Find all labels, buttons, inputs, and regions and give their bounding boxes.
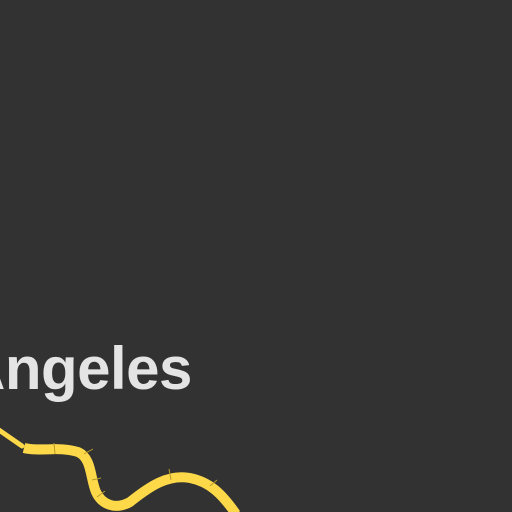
highway-main bbox=[22, 443, 241, 512]
highway-ramp bbox=[0, 427, 25, 449]
road-layer bbox=[0, 427, 241, 512]
city-label: Angeles bbox=[0, 335, 192, 402]
map-canvas[interactable]: Angeles bbox=[0, 0, 512, 512]
